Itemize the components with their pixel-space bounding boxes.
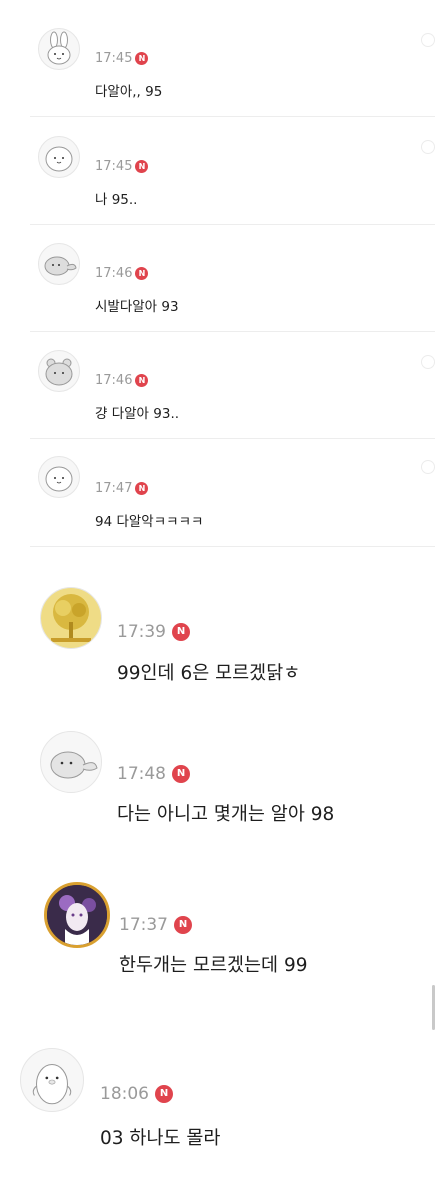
more-icon[interactable] [421,140,435,154]
comment-time: 17:48 N [117,764,190,784]
new-badge: N [172,623,190,641]
comment-text: 한두개는 모르겠는데 99 [119,955,308,976]
comment-time: 17:45 N [95,159,149,174]
more-icon[interactable] [421,355,435,369]
comment-text: 다알아,, 95 [95,84,163,100]
comment-text: 99인데 6은 모르겠닭ㅎ [117,663,301,684]
bunny-avatar-icon[interactable] [38,28,80,70]
comment-time: 17:39 N [117,622,190,642]
comment-time: 17:37 N [119,915,192,935]
comment-time: 17:47 N [95,481,149,496]
seal-avatar-icon[interactable] [38,243,80,285]
anime-girl-avatar-icon[interactable] [44,882,110,948]
comment-text: 94 다알악ㅋㅋㅋㅋ [95,514,204,530]
blob-avatar-icon[interactable] [38,136,80,178]
comment-time: 18:06 N [100,1084,173,1104]
divider [30,224,435,225]
divider [30,331,435,332]
divider [30,546,435,547]
new-badge: N [135,267,149,280]
new-badge: N [135,160,149,173]
blob-avatar-icon[interactable] [38,456,80,498]
golden-tree-avatar-icon[interactable] [40,587,102,649]
comment-time: 17:46 N [95,373,149,388]
comment-text: 나 95.. [95,192,138,208]
new-badge: N [174,916,192,934]
comment-time: 17:46 N [95,266,149,281]
comment-text: 시발다알아 93 [95,299,179,315]
comment-text: 걍 다알아 93.. [95,406,180,422]
comment-text: 03 하나도 몰라 [100,1128,221,1149]
new-badge: N [135,374,149,387]
more-icon[interactable] [421,33,435,47]
more-icon[interactable] [421,460,435,474]
seal-avatar-icon[interactable] [40,731,102,793]
penguin-avatar-icon[interactable] [20,1048,84,1112]
new-badge: N [172,765,190,783]
divider [30,438,435,439]
hamster-avatar-icon[interactable] [38,350,80,392]
new-badge: N [135,52,149,65]
comment-text: 다는 아니고 몇개는 알아 98 [117,804,335,825]
new-badge: N [155,1085,173,1103]
divider [30,116,435,117]
comment-time: 17:45 N [95,51,149,66]
new-badge: N [135,482,149,495]
